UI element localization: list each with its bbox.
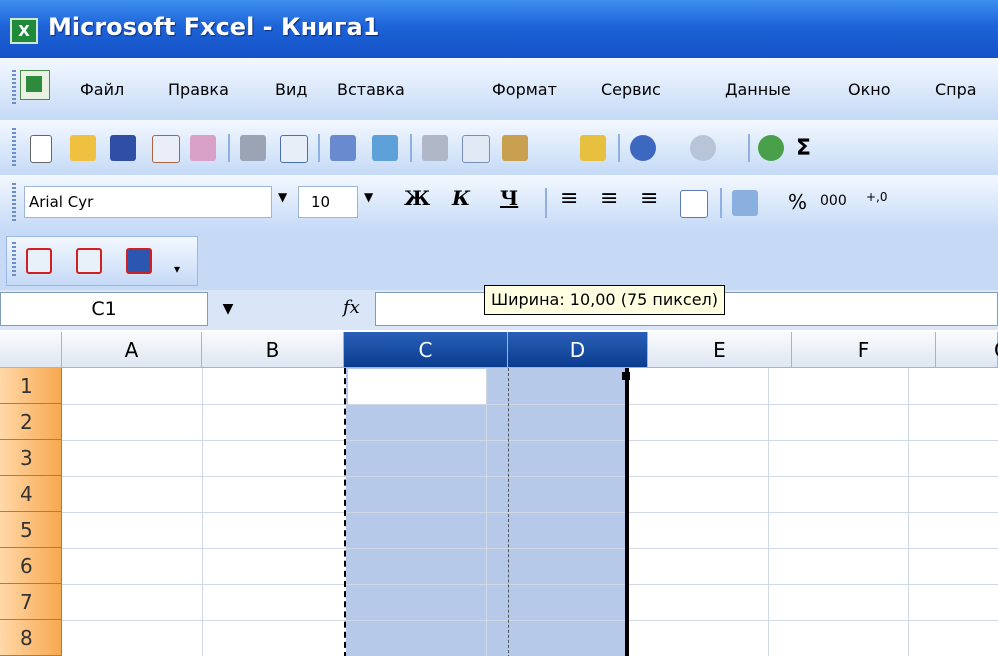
insert-function-icon[interactable]: fx (343, 292, 365, 324)
toolbar-separator (410, 134, 412, 162)
permission-icon[interactable] (152, 135, 180, 163)
row-header-5[interactable]: 5 (0, 512, 62, 548)
row-header-4[interactable]: 4 (0, 476, 62, 512)
undo-icon[interactable] (630, 135, 656, 161)
gridline (62, 548, 998, 549)
font-name-dropdown-icon[interactable]: ▼ (278, 190, 287, 204)
print-icon[interactable] (240, 135, 266, 161)
research-icon[interactable] (372, 135, 398, 161)
excel-app-icon[interactable]: X (10, 18, 38, 44)
menu-view[interactable]: Вид (275, 80, 307, 99)
save-icon[interactable] (110, 135, 136, 161)
row-header-8[interactable]: 8 (0, 620, 62, 656)
gridline (62, 620, 998, 621)
menu-insert[interactable]: Вставка (337, 80, 405, 99)
menu-tools[interactable]: Сервис (601, 80, 661, 99)
formatting-toolbar-grip[interactable] (12, 183, 16, 223)
row-header-2[interactable]: 2 (0, 404, 62, 440)
standard-toolbar (0, 120, 998, 176)
fill-handle[interactable] (622, 372, 630, 380)
column-header-f[interactable]: F (792, 332, 936, 368)
pdf-toolbar-grip[interactable] (12, 242, 16, 278)
currency-icon[interactable] (732, 190, 758, 216)
redo-icon[interactable] (690, 135, 716, 161)
pdf-email-icon[interactable] (76, 248, 102, 274)
row-header-3[interactable]: 3 (0, 440, 62, 476)
gridline (62, 584, 998, 585)
toolbar-separator (318, 134, 320, 162)
column-header-a[interactable]: A (62, 332, 202, 368)
new-icon[interactable] (30, 135, 52, 163)
column-width-tooltip: Ширина: 10,00 (75 пиксел) (484, 285, 726, 315)
window-title: Microsoft Fxcel - Книга1 (48, 13, 380, 41)
hyperlink-icon[interactable] (758, 135, 784, 161)
gridline (62, 440, 998, 441)
selection-right-border (625, 368, 629, 656)
column-resize-guide[interactable] (508, 368, 510, 656)
font-name-select[interactable]: Arial Cyr (24, 186, 272, 218)
merge-center-icon[interactable] (680, 190, 708, 218)
toolbar-separator (545, 188, 547, 218)
align-right-icon[interactable]: ≡ (640, 186, 658, 211)
menu-window[interactable]: Окно (848, 80, 891, 99)
font-size-select[interactable]: 10 (298, 186, 358, 218)
row-header-7[interactable]: 7 (0, 584, 62, 620)
underline-button[interactable]: Ч (500, 186, 518, 210)
open-icon[interactable] (70, 135, 96, 161)
spelling-icon[interactable] (330, 135, 356, 161)
thousands-button[interactable]: 000 (820, 193, 847, 209)
standard-toolbar-grip[interactable] (12, 128, 16, 166)
toolbar-separator (720, 188, 722, 218)
menu-help[interactable]: Спра (935, 80, 977, 99)
column-header-d[interactable]: D (508, 332, 648, 368)
column-header-c[interactable]: C (344, 332, 508, 368)
column-header-g[interactable]: G (936, 332, 998, 368)
pdf-convert-icon[interactable] (26, 248, 52, 274)
email-icon[interactable] (190, 135, 216, 161)
menu-edit[interactable]: Правка (168, 80, 229, 99)
document-icon[interactable] (20, 70, 50, 100)
select-all-corner[interactable] (0, 332, 62, 368)
italic-button[interactable]: К (452, 186, 470, 210)
toolbar-separator (748, 134, 750, 162)
name-box-dropdown-icon[interactable]: ▼ (216, 296, 240, 322)
worksheet-grid[interactable]: A B C D E F G 1 2 3 4 5 6 7 8 (0, 332, 998, 656)
toolbar-options-icon[interactable]: ▾ (174, 262, 180, 276)
percent-button[interactable]: % (788, 190, 807, 214)
font-size-dropdown-icon[interactable]: ▼ (364, 190, 373, 204)
toolbar-separator (228, 134, 230, 162)
bold-button[interactable]: Ж (404, 186, 430, 210)
selection-left-border (344, 368, 348, 656)
cut-icon[interactable] (422, 135, 448, 161)
name-box[interactable]: C1 (0, 292, 208, 326)
menu-format[interactable]: Формат (492, 80, 557, 99)
column-header-e[interactable]: E (648, 332, 792, 368)
autosum-icon[interactable]: Σ (796, 136, 811, 161)
menu-bar-grip[interactable] (12, 70, 16, 106)
format-painter-icon[interactable] (580, 135, 606, 161)
toolbar-separator (618, 134, 620, 162)
pdf-review-icon[interactable] (126, 248, 152, 274)
menu-data[interactable]: Данные (725, 80, 791, 99)
align-left-icon[interactable]: ≡ (560, 186, 578, 211)
paste-icon[interactable] (502, 135, 528, 161)
increase-decimal-button[interactable]: +,0 (866, 190, 888, 204)
active-cell[interactable] (348, 369, 486, 405)
gridline (62, 476, 998, 477)
row-header-1[interactable]: 1 (0, 368, 62, 404)
gridline (62, 512, 998, 513)
print-preview-icon[interactable] (280, 135, 308, 163)
menu-file[interactable]: Файл (80, 80, 124, 99)
align-center-icon[interactable]: ≡ (600, 186, 618, 211)
copy-icon[interactable] (462, 135, 490, 163)
column-header-b[interactable]: B (202, 332, 344, 368)
gridline (62, 404, 998, 405)
row-header-6[interactable]: 6 (0, 548, 62, 584)
